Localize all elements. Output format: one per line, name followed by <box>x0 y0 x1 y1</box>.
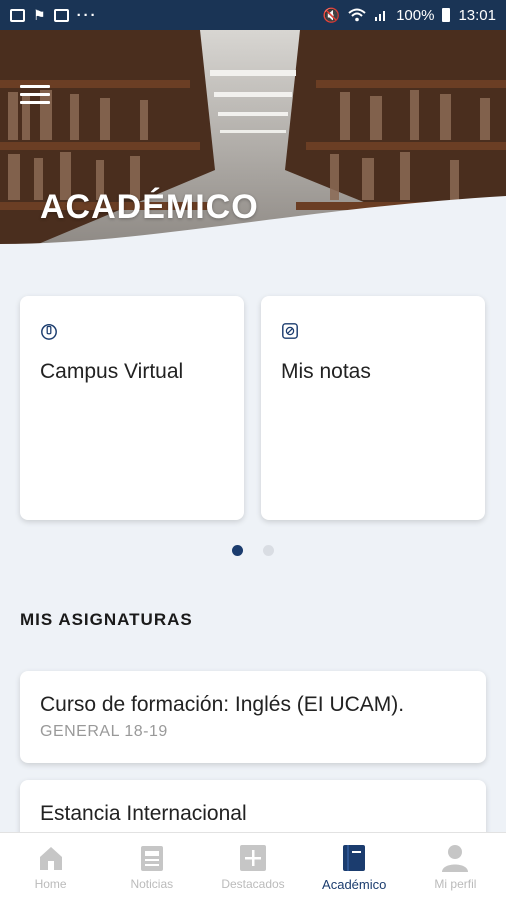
hamburger-line <box>20 93 50 96</box>
mute-icon: 🔇 <box>322 6 341 23</box>
more-notifications-icon: ··· <box>76 6 98 24</box>
hamburger-line <box>20 101 50 104</box>
nav-label: Home <box>34 877 67 891</box>
book-icon <box>343 845 366 871</box>
card-label: Mis notas <box>281 360 371 383</box>
card-campus-virtual[interactable]: Campus Virtual <box>20 296 244 520</box>
plus-icon <box>240 845 266 871</box>
card-mis-notas[interactable]: Mis notas <box>261 296 485 520</box>
battery-icon <box>442 8 451 22</box>
clock: 13:01 <box>458 6 496 24</box>
card-label: Campus Virtual <box>40 360 184 383</box>
section-title: MIS ASIGNATURAS <box>20 610 193 629</box>
subject-title: Curso de formación: Inglés (EI UCAM). <box>40 693 405 716</box>
nav-destacados[interactable]: Destacados <box>202 833 303 901</box>
menu-button[interactable] <box>20 82 50 106</box>
home-icon <box>39 847 62 870</box>
nav-label: Académico <box>322 877 387 892</box>
hamburger-line <box>20 85 50 88</box>
nav-label: Noticias <box>130 877 174 891</box>
subject-subtitle: GENERAL 18-19 <box>40 723 168 740</box>
nav-noticias[interactable]: Noticias <box>101 833 202 901</box>
nav-mi-perfil[interactable]: Mi perfil <box>405 833 506 901</box>
news-icon <box>140 846 163 871</box>
nav-label: Destacados <box>221 877 285 891</box>
status-right: 🔇 100% 13:01 <box>323 7 496 24</box>
status-bar: ⚑ ··· 🔇 100% 13:01 <box>0 0 506 30</box>
nav-home[interactable]: Home <box>0 833 101 901</box>
subject-title: Estancia Internacional <box>40 802 247 825</box>
nav-label: Mi perfil <box>434 877 477 891</box>
profile-icon <box>442 845 469 872</box>
grades-icon <box>282 323 298 339</box>
header-banner: ACADÉMICO <box>0 30 506 260</box>
campus-icon <box>41 323 57 340</box>
carousel-indicator <box>232 545 274 556</box>
signal-icon <box>375 11 386 21</box>
carousel-dot-active[interactable] <box>232 545 243 556</box>
nav-academico[interactable]: Académico <box>304 833 405 901</box>
gallery-icon <box>10 8 25 22</box>
flipboard-icon: ⚑ <box>33 6 46 23</box>
subject-card[interactable]: Curso de formación: Inglés (EI UCAM). GE… <box>20 671 486 763</box>
bottom-navigation: Home Noticias Destacados Académico Mi pe… <box>0 832 506 901</box>
carousel-dot[interactable] <box>263 545 274 556</box>
wifi-icon <box>348 8 366 22</box>
mail-icon <box>53 8 69 22</box>
page-title: ACADÉMICO <box>40 188 259 226</box>
battery-percent: 100% <box>396 6 435 24</box>
status-left: ⚑ ··· <box>10 7 98 24</box>
